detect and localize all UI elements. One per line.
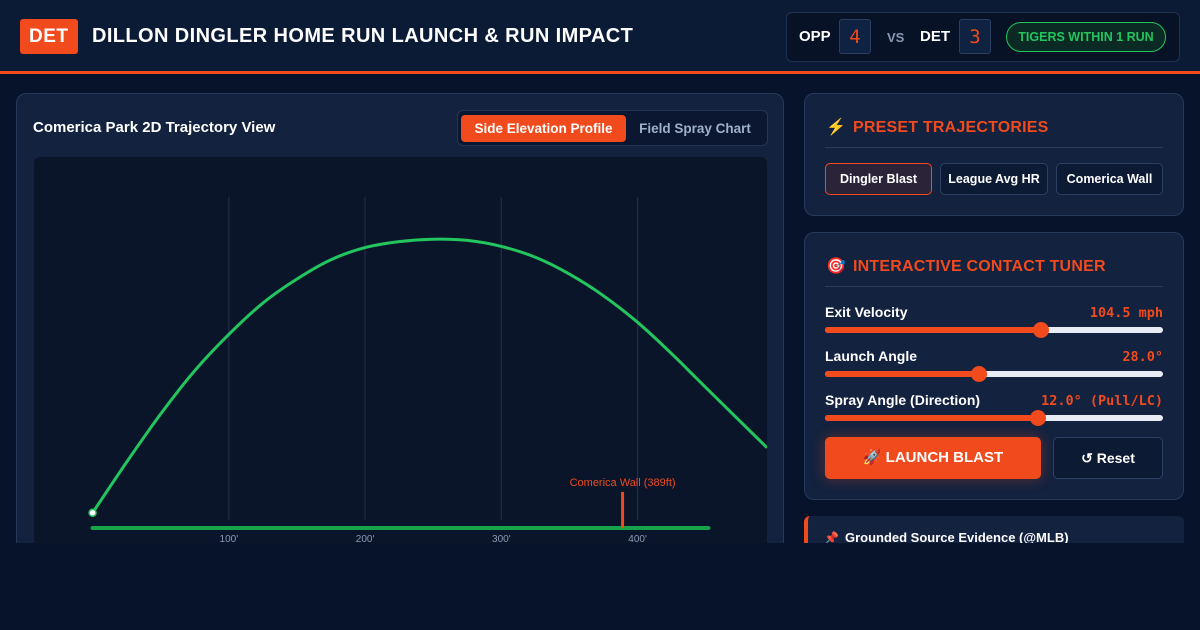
trajectory-panel: Comerica Park 2D Trajectory View Side El… [16, 93, 784, 563]
spray-angle-value: 12.0° (Pull/LC) [1041, 393, 1163, 409]
launch-angle-value: 28.0° [1122, 349, 1163, 365]
game-status-badge: TIGERS WITHIN 1 RUN [1006, 22, 1166, 52]
away-team-label: OPP [799, 28, 831, 45]
exit-velocity-slider[interactable] [825, 322, 1163, 338]
trajectory-line [91, 237, 767, 514]
spray-angle-slider[interactable] [825, 410, 1163, 426]
slider-thumb[interactable] [1033, 322, 1050, 338]
reset-button[interactable]: ↺ Reset [1053, 437, 1163, 479]
team-brand-badge: DET [20, 19, 78, 54]
launch-blast-button[interactable]: 🚀 LAUNCH BLAST [825, 437, 1041, 479]
slider-thumb[interactable] [1029, 410, 1046, 426]
trajectory-chart: Comerica Wall (389ft) 100' 200' 300' 400' [34, 157, 767, 557]
view-toggle: Side Elevation Profile Field Spray Chart [457, 110, 768, 146]
exit-velocity-value: 104.5 mph [1089, 305, 1163, 321]
slider-fill [825, 371, 979, 377]
home-team-label: DET [920, 28, 950, 45]
target-icon: 🎯 [825, 258, 847, 275]
home-score: 3 [959, 19, 991, 54]
tuner-title: INTERACTIVE CONTACT TUNER [853, 258, 1106, 275]
preset-comerica-wall-button[interactable]: Comerica Wall [1056, 163, 1163, 195]
presets-heading: ⚡ PRESET TRAJECTORIES [825, 117, 1049, 137]
preset-dingler-blast-button[interactable]: Dingler Blast [825, 163, 932, 195]
top-header: DET DILLON DINGLER HOME RUN LAUNCH & RUN… [0, 0, 1200, 74]
tab-side-elevation[interactable]: Side Elevation Profile [461, 115, 626, 142]
wall-label: Comerica Wall (389ft) [570, 477, 676, 489]
presets-title: PRESET TRAJECTORIES [853, 119, 1049, 136]
lightning-icon: ⚡ [825, 119, 847, 136]
preset-league-avg-button[interactable]: League Avg HR [940, 163, 1048, 195]
contact-tuner-panel: 🎯 INTERACTIVE CONTACT TUNER Exit Velocity… [804, 232, 1184, 500]
exit-velocity-label: Exit Velocity [825, 304, 908, 320]
slider-thumb[interactable] [970, 366, 987, 382]
spray-angle-label: Spray Angle (Direction) [825, 392, 981, 408]
presets-panel: ⚡ PRESET TRAJECTORIES Dingler Blast Leagu… [804, 93, 1184, 216]
tab-field-spray[interactable]: Field Spray Chart [626, 115, 764, 142]
trajectory-panel-title: Comerica Park 2D Trajectory View [33, 119, 276, 136]
scoreboard: OPP 4 VS DET 3 TIGERS WITHIN 1 RUN [786, 12, 1180, 62]
slider-fill [825, 327, 1042, 333]
contact-point [88, 508, 97, 518]
away-score: 4 [839, 19, 871, 54]
page-title: DILLON DINGLER HOME RUN LAUNCH & RUN IMP… [92, 25, 634, 47]
divider [825, 286, 1163, 287]
launch-angle-label: Launch Angle [825, 348, 918, 364]
vs-label: VS [887, 30, 905, 45]
slider-fill [825, 415, 1038, 421]
trajectory-svg: Comerica Wall (389ft)100' 200' 300' 400' [88, 197, 767, 545]
page-bottom-background [0, 543, 1200, 630]
tuner-heading: 🎯 INTERACTIVE CONTACT TUNER [825, 256, 1106, 276]
launch-angle-slider[interactable] [825, 366, 1163, 382]
divider [825, 147, 1163, 148]
